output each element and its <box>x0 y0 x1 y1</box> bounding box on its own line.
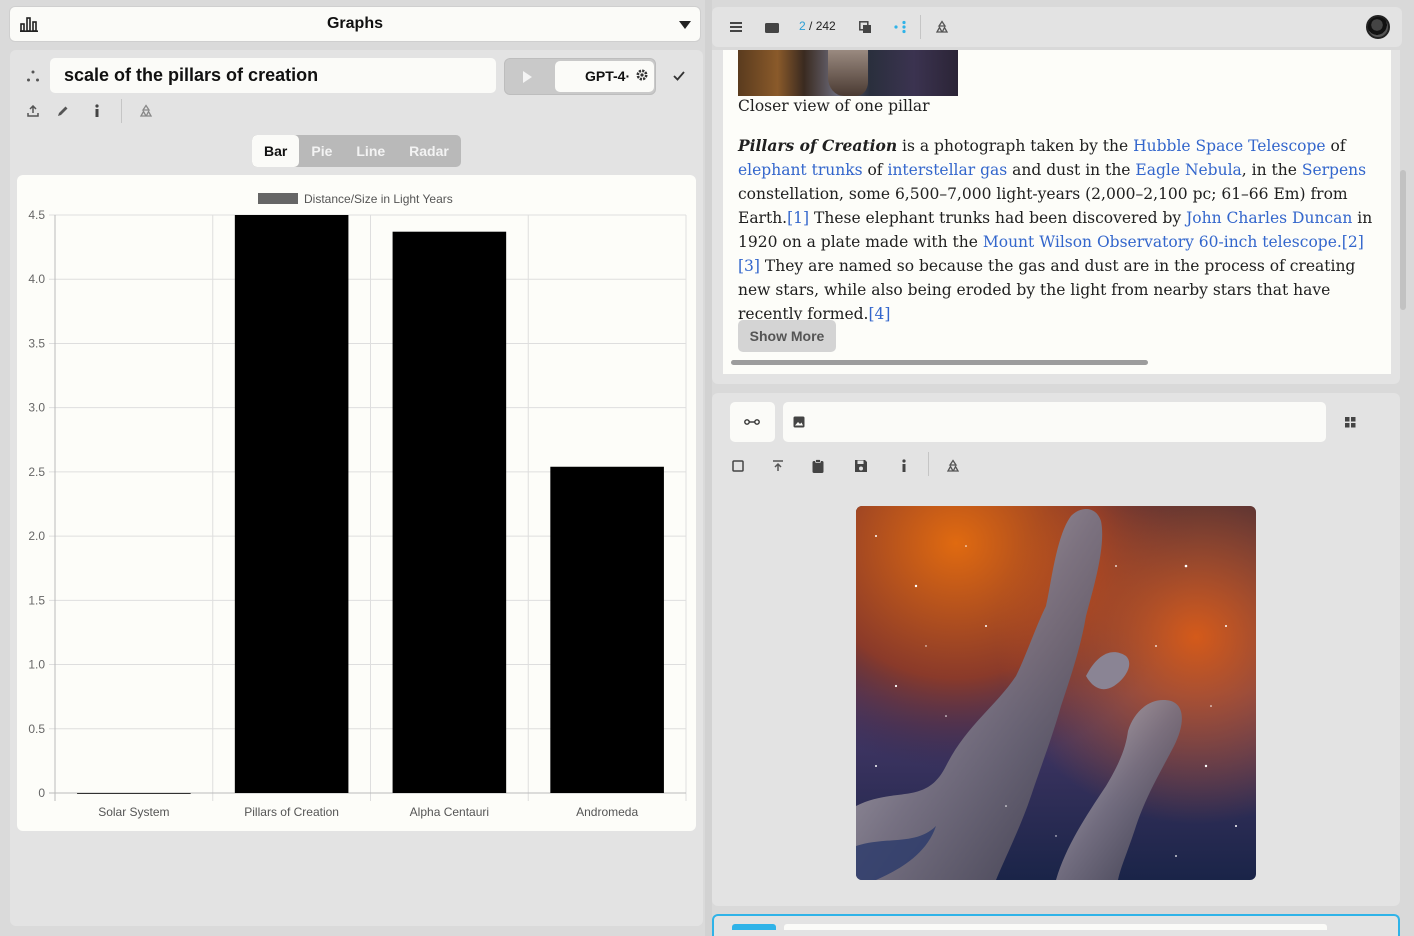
nodes-icon[interactable] <box>21 64 45 88</box>
ref-2[interactable]: [2] <box>1342 233 1364 251</box>
check-icon[interactable] <box>667 64 691 88</box>
x-tick-label: Alpha Centauri <box>410 805 489 819</box>
avatar[interactable] <box>1366 15 1390 39</box>
upload-icon[interactable] <box>21 99 45 123</box>
article-title: Pillars of Creation <box>738 136 898 155</box>
y-tick-label: 0.5 <box>28 722 45 736</box>
page-total: / 242 <box>805 19 836 33</box>
bar <box>392 231 507 794</box>
tab-bar[interactable]: Bar <box>252 135 300 167</box>
image-icon <box>787 410 811 434</box>
save-icon[interactable] <box>849 454 873 478</box>
link-button[interactable] <box>730 402 775 442</box>
bar <box>550 466 664 793</box>
toolbar-separator <box>121 99 122 123</box>
checkbox-icon[interactable] <box>726 454 750 478</box>
text-run: and dust in the <box>1007 161 1136 179</box>
text-run: , in the <box>1241 161 1302 179</box>
x-tick-label: Pillars of Creation <box>244 805 339 819</box>
link-eagle-nebula[interactable]: Eagle Nebula <box>1135 161 1241 179</box>
link-interstellar-gas[interactable]: interstellar gas <box>887 161 1007 179</box>
recycle-icon[interactable] <box>134 99 158 123</box>
x-tick-label: Andromeda <box>576 805 638 819</box>
info-icon[interactable] <box>892 454 916 478</box>
toolbar-separator <box>920 15 921 39</box>
horizontal-scrollbar[interactable] <box>731 360 1148 365</box>
link-mount-wilson[interactable]: Mount Wilson Observatory 60-inch telesco… <box>983 233 1342 251</box>
y-tick-label: 1.5 <box>28 593 45 607</box>
ref-1[interactable]: [1] <box>787 209 809 227</box>
bar <box>234 215 349 793</box>
recycle-icon[interactable] <box>930 15 954 39</box>
recycle-icon[interactable] <box>941 454 965 478</box>
bar <box>77 793 191 794</box>
y-tick-label: 1.0 <box>28 658 45 672</box>
viewer-toolbar: 2 / 242 <box>712 7 1402 47</box>
tab-pie[interactable]: Pie <box>299 135 344 167</box>
next-panel-field[interactable] <box>784 924 1327 930</box>
legend-swatch <box>258 193 298 204</box>
ref-4[interactable]: [4] <box>869 305 891 323</box>
y-tick-label: 2.5 <box>28 465 45 479</box>
pencil-icon[interactable] <box>51 99 75 123</box>
next-panel-button[interactable] <box>732 924 776 930</box>
tab-line[interactable]: Line <box>344 135 397 167</box>
gear-icon[interactable] <box>635 68 649 87</box>
pillars-of-creation-image <box>856 506 1256 880</box>
show-more-button[interactable]: Show More <box>738 320 836 352</box>
text-run: of <box>862 161 888 179</box>
ref-3[interactable]: [3] <box>738 257 760 275</box>
x-tick-label: Solar System <box>98 805 169 819</box>
upload-top-icon[interactable] <box>766 454 790 478</box>
y-tick-label: 0 <box>38 786 45 800</box>
y-tick-label: 2.0 <box>28 529 45 543</box>
menu-icon[interactable] <box>724 15 748 39</box>
text-run: These elephant trunks had been discovere… <box>809 209 1187 227</box>
copy-icon[interactable] <box>853 15 877 39</box>
chevron-down-icon[interactable] <box>679 21 691 29</box>
next-panel <box>712 914 1400 936</box>
graphs-title: Graphs <box>326 15 383 32</box>
folder-icon[interactable] <box>760 15 784 39</box>
vertical-scrollbar[interactable] <box>1400 170 1406 310</box>
link-john-charles-duncan[interactable]: John Charles Duncan <box>1186 209 1352 227</box>
link-hubble[interactable]: Hubble Space Telescope <box>1133 137 1325 155</box>
play-icon[interactable] <box>523 71 532 83</box>
pillar-thumbnail <box>738 50 958 96</box>
bar-chart: Distance/Size in Light Years 0 0.5 1.0 1.5 2.… <box>28 192 687 819</box>
text-run: is a photograph taken by the <box>897 137 1134 155</box>
column-divider[interactable] <box>705 0 712 936</box>
article-paragraph: Pillars of Creation is a photograph take… <box>738 134 1378 326</box>
graphs-selector[interactable]: Graphs <box>10 7 700 41</box>
y-tick-label: 4.0 <box>28 272 45 286</box>
grid-icon[interactable] <box>1338 410 1362 434</box>
article-card: Closer view of one pillar Pillars of Cre… <box>723 50 1391 374</box>
text-run: of <box>1325 137 1346 155</box>
toolbar-separator <box>928 452 929 476</box>
query-input[interactable] <box>50 58 496 93</box>
link-serpens[interactable]: Serpens <box>1302 161 1366 179</box>
model-selector[interactable]: GPT-4· <box>504 58 656 95</box>
legend-label: Distance/Size in Light Years <box>304 192 453 206</box>
y-tick-label: 3.5 <box>28 336 45 350</box>
y-tick-label: 4.5 <box>28 208 45 222</box>
image-url-field[interactable] <box>783 402 1326 442</box>
clipboard-icon[interactable] <box>806 454 830 478</box>
link-elephant-trunks[interactable]: elephant trunks <box>738 161 863 179</box>
nodes-toggle-icon[interactable] <box>888 15 912 39</box>
image-caption: Closer view of one pillar <box>738 97 930 115</box>
tab-radar[interactable]: Radar <box>397 135 461 167</box>
y-tick-label: 3.0 <box>28 401 45 415</box>
page-counter: 2 / 242 <box>799 19 836 33</box>
chart-card: Distance/Size in Light Years 0 0.5 1.0 1.5 2.… <box>17 175 696 831</box>
link-icon <box>740 410 764 434</box>
page-current: 2 <box>799 19 806 33</box>
info-icon[interactable] <box>85 99 109 123</box>
chart-type-tabs: Bar Pie Line Radar <box>252 135 461 167</box>
text-run: They are named so because the gas and du… <box>738 257 1356 323</box>
